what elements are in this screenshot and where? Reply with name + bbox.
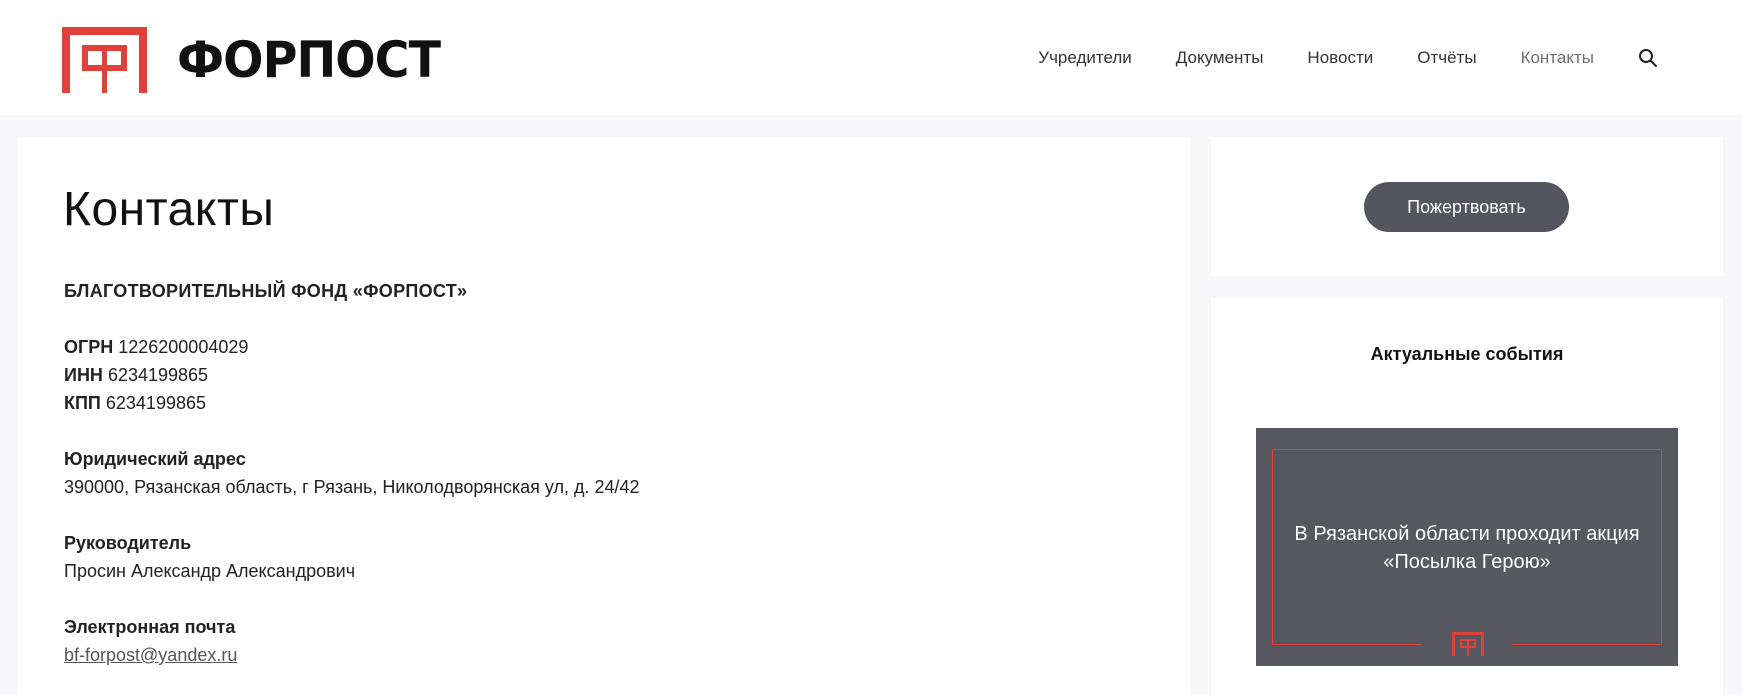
nav-item-reports[interactable]: Отчёты: [1417, 46, 1476, 70]
main-content: Контакты БЛАГОТВОРИТЕЛЬНЫЙ ФОНД «ФОРПОСТ…: [18, 137, 1190, 695]
org-name: БЛАГОТВОРИТЕЛЬНЫЙ ФОНД «ФОРПОСТ»: [64, 281, 468, 301]
site-logo[interactable]: ФОРПОСТ: [62, 27, 454, 93]
inn-value: 6234199865: [107, 365, 209, 385]
inn-label: ИНН: [64, 365, 103, 385]
email-info: Электронная почта bf-forpost@yandex.ru: [64, 613, 1144, 669]
email-label: Электронная почта: [64, 617, 236, 637]
nav-item-documents[interactable]: Документы: [1176, 46, 1264, 70]
kpp-value: 6234199865: [105, 393, 206, 413]
address-value: 390000, Рязанская область, г Рязань, Ник…: [64, 477, 640, 497]
donate-button[interactable]: Пожертвовать: [1364, 182, 1569, 232]
event-card[interactable]: В Рязанской области проходит акция «Посы…: [1256, 428, 1678, 666]
email-link[interactable]: bf-forpost@yandex.ru: [64, 645, 237, 665]
events-title: Актуальные события: [1370, 344, 1564, 364]
search-icon[interactable]: [1638, 48, 1658, 68]
nav-item-contacts[interactable]: Контакты: [1521, 46, 1594, 70]
donate-widget: Пожертвовать: [1211, 137, 1723, 276]
head-label: Руководитель: [64, 533, 192, 553]
head-value: Просин Александр Александрович: [64, 561, 356, 581]
events-widget: Актуальные события В Рязанской области п…: [1211, 298, 1723, 695]
event-title: В Рязанской области проходит акция «Посы…: [1294, 523, 1640, 573]
address-label: Юридический адрес: [64, 449, 246, 469]
main-nav: Учредители Документы Новости Отчёты Конт…: [994, 46, 1658, 70]
ogrn-value: 1226200004029: [118, 337, 249, 357]
logo-mark-icon: [62, 27, 147, 93]
logo-mark-icon: [1452, 632, 1484, 656]
ogrn-label: ОГРН: [64, 337, 114, 357]
site-header: ФОРПОСТ Учредители Документы Новости Отч…: [0, 0, 1742, 115]
registration-info: ОГРН 1226200004029 ИНН 6234199865 КПП 62…: [64, 333, 1144, 417]
logo-text: ФОРПОСТ: [177, 31, 441, 89]
contacts-block: БЛАГОТВОРИТЕЛЬНЫЙ ФОНД «ФОРПОСТ» ОГРН 12…: [64, 277, 1144, 695]
address-info: Юридический адрес 390000, Рязанская обла…: [64, 445, 1144, 501]
page-title: Контакты: [63, 183, 275, 236]
kpp-label: КПП: [64, 393, 101, 413]
nav-item-news[interactable]: Новости: [1307, 46, 1373, 70]
head-info: Руководитель Просин Александр Александро…: [64, 529, 1144, 585]
nav-item-founders[interactable]: Учредители: [1038, 46, 1132, 70]
